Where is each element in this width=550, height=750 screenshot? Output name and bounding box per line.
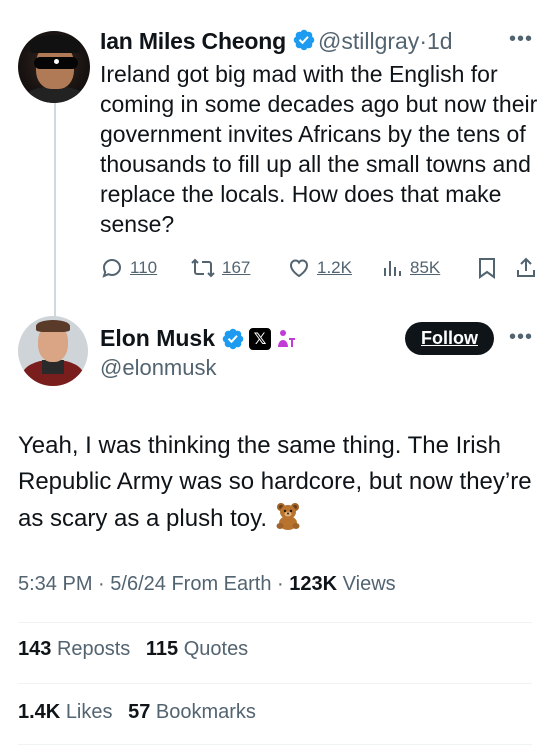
- reply-button[interactable]: 110: [100, 256, 157, 280]
- bookmark-button[interactable]: [476, 256, 498, 280]
- divider: [18, 683, 532, 684]
- date[interactable]: 5/6/24: [110, 573, 166, 595]
- views-label: Views: [342, 573, 396, 595]
- views-button[interactable]: 85K: [380, 256, 440, 280]
- accessibility-badge-icon: [278, 329, 296, 347]
- author-name[interactable]: Ian Miles Cheong: [100, 28, 316, 55]
- avatar[interactable]: [18, 316, 88, 386]
- views-count: 123K: [289, 573, 338, 595]
- reply-count: 110: [130, 258, 158, 277]
- source: From Earth: [171, 573, 272, 595]
- like-button[interactable]: 1.2K: [287, 256, 352, 280]
- tweet-text: Ireland got big mad with the English for…: [100, 61, 538, 237]
- like-bookmark-stats: 1.4K Likes 57 Bookmarks: [18, 701, 256, 724]
- divider: [18, 622, 532, 623]
- teddy-bear-emoji: [273, 500, 303, 541]
- avatar[interactable]: [18, 31, 90, 103]
- time[interactable]: 5:34 PM: [18, 573, 92, 595]
- share-icon: [517, 257, 535, 277]
- verified-badge-icon: [222, 328, 244, 349]
- share-button[interactable]: [514, 256, 538, 280]
- verified-badge-icon: [293, 29, 315, 51]
- repost-button[interactable]: 167: [190, 256, 250, 280]
- time-ago[interactable]: 1d: [427, 28, 453, 54]
- separator: ·: [277, 573, 284, 595]
- parent-tweet[interactable]: Ian Miles Cheong @stillgray·1d ••• Irela…: [0, 0, 550, 300]
- repost-count: 167: [222, 258, 251, 277]
- views-chart-icon: [384, 261, 401, 276]
- tweet-text: Yeah, I was thinking the same thing. The…: [18, 428, 533, 541]
- more-horizontal-icon[interactable]: •••: [509, 326, 533, 349]
- reply-icon: [102, 258, 122, 278]
- heart-icon: [289, 259, 309, 278]
- more-horizontal-icon[interactable]: •••: [509, 28, 533, 51]
- repost-icon: [191, 258, 215, 278]
- reposts-stat[interactable]: 143 Reposts: [18, 638, 130, 660]
- handle[interactable]: @stillgray: [318, 28, 419, 54]
- bookmark-icon: [479, 258, 495, 279]
- divider: [18, 744, 532, 745]
- follow-button[interactable]: Follow: [405, 322, 494, 355]
- quotes-stat[interactable]: 115 Quotes: [146, 638, 248, 660]
- x-affiliate-badge-icon[interactable]: 𝕏: [249, 327, 272, 350]
- separator: ·: [419, 28, 427, 54]
- tweet-actions: 110 167 1.2K 85K: [100, 256, 540, 284]
- like-count: 1.2K: [317, 258, 352, 277]
- bookmarks-stat[interactable]: 57 Bookmarks: [128, 701, 256, 723]
- repost-quote-stats: 143 Reposts 115 Quotes: [18, 638, 248, 661]
- likes-stat[interactable]: 1.4K Likes: [18, 701, 113, 723]
- tweet-meta: @stillgray·1d: [318, 28, 453, 55]
- tweet-timestamp: 5:34 PM · 5/6/24 From Earth · 123K Views: [18, 573, 396, 596]
- handle[interactable]: @elonmusk: [100, 355, 217, 381]
- views-count: 85K: [410, 258, 441, 277]
- author-name[interactable]: Elon Musk 𝕏: [100, 325, 297, 352]
- separator: ·: [98, 573, 105, 595]
